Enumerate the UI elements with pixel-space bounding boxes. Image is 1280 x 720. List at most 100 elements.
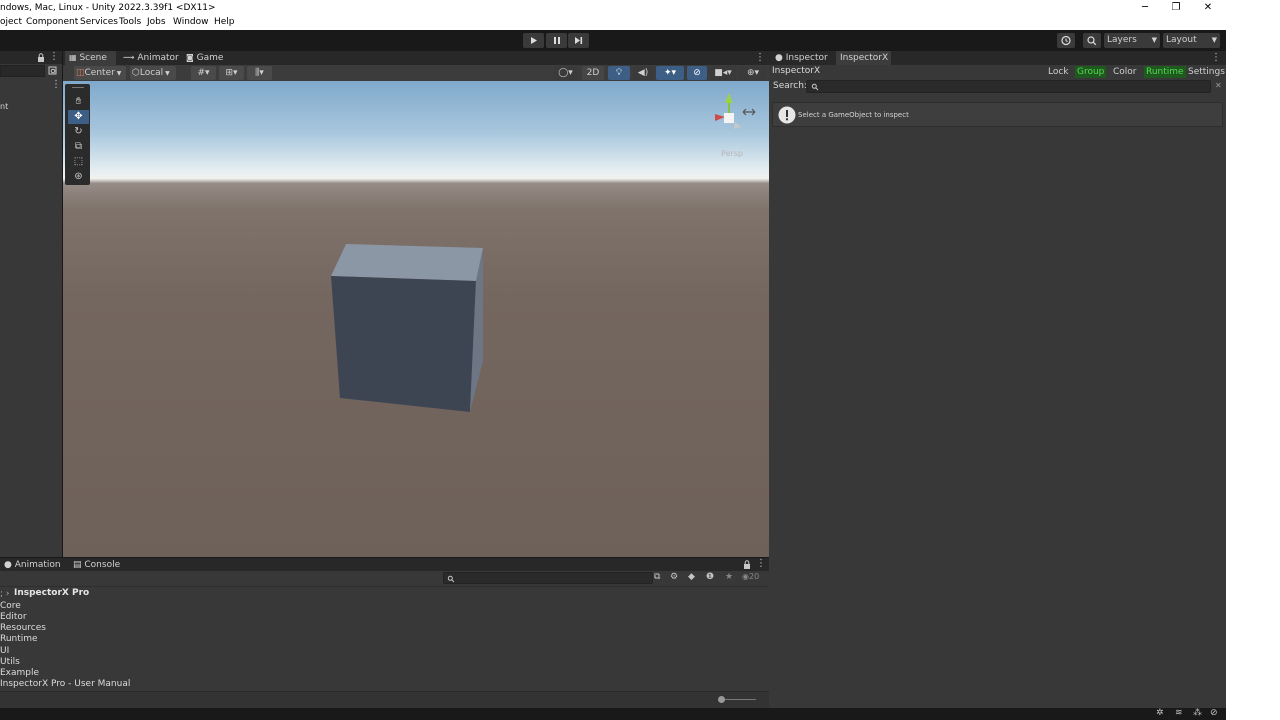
tab-inspectorx[interactable]: InspectorX bbox=[836, 51, 891, 65]
console-icon: ▤ bbox=[73, 560, 82, 570]
step-icon bbox=[575, 37, 583, 44]
effects-dropdown[interactable]: ✦▾ bbox=[656, 66, 684, 80]
debug-icon[interactable]: ⁂ bbox=[1193, 708, 1202, 718]
chevron-down-icon: ▼ bbox=[163, 70, 170, 77]
draw-mode-dropdown[interactable]: ◯▾ bbox=[553, 66, 578, 80]
history-button[interactable] bbox=[1057, 33, 1075, 48]
close-button[interactable]: ✕ bbox=[1193, 0, 1223, 16]
menu-item-help[interactable]: Help bbox=[214, 17, 235, 27]
lighting-toggle[interactable]: 💡︎ bbox=[608, 66, 630, 80]
tab-game-label: Game bbox=[196, 53, 224, 63]
lock-icon[interactable] bbox=[743, 560, 751, 569]
log-filter-icon[interactable]: ❶ bbox=[706, 572, 714, 582]
audio-toggle[interactable]: ◀) bbox=[633, 66, 653, 80]
hierarchy-item[interactable]: nt bbox=[0, 102, 8, 111]
restore-button[interactable]: ❐ bbox=[1161, 0, 1191, 16]
lock-icon[interactable] bbox=[37, 53, 45, 62]
label-filter-icon[interactable]: ◆ bbox=[688, 572, 695, 582]
menu-item-tools[interactable]: Tools bbox=[119, 17, 141, 27]
search-button[interactable] bbox=[1083, 33, 1101, 48]
layers-dropdown[interactable]: Layers ▼ bbox=[1104, 33, 1160, 48]
menu-item-window[interactable]: Window bbox=[173, 17, 209, 27]
hand-tool-icon[interactable]: ✋︎ bbox=[68, 95, 89, 109]
hierarchy-search-input[interactable] bbox=[0, 65, 45, 77]
list-item[interactable]: Example bbox=[0, 668, 39, 678]
tab-animator[interactable]: ⟿ Animator bbox=[123, 51, 181, 65]
rotate-tool-icon[interactable]: ↻ bbox=[68, 125, 89, 139]
inspector-search-input[interactable] bbox=[806, 80, 1211, 93]
filter-type-icon[interactable]: ⚙ bbox=[670, 572, 678, 582]
play-button[interactable] bbox=[523, 33, 544, 48]
list-item[interactable]: Editor bbox=[0, 612, 27, 622]
hidden-packages-icon[interactable]: ◉20 bbox=[742, 572, 759, 581]
runtime-button[interactable]: Runtime bbox=[1144, 66, 1186, 78]
grid-snap-button[interactable]: #▾ bbox=[191, 66, 216, 80]
shading-mode-icon: ◯▾ bbox=[558, 68, 573, 78]
list-item[interactable]: UI bbox=[0, 646, 9, 656]
menu-item-component[interactable]: Component bbox=[26, 17, 78, 27]
group-button[interactable]: Group bbox=[1075, 66, 1107, 78]
move-tool-icon[interactable]: ✥ bbox=[68, 110, 89, 124]
minimize-button[interactable]: ─ bbox=[1130, 0, 1160, 16]
step-button[interactable] bbox=[568, 33, 589, 48]
space-label: Local bbox=[139, 68, 164, 78]
visibility-toggle[interactable]: ⊘ bbox=[687, 66, 707, 80]
projection-label[interactable]: Persp bbox=[721, 149, 743, 158]
palette-handle[interactable] bbox=[72, 87, 84, 88]
kebab-menu-icon[interactable]: ⋮ bbox=[1211, 53, 1221, 63]
check-circle-icon[interactable]: ⊘ bbox=[1210, 708, 1218, 718]
pivot-mode-dropdown[interactable]: ◫Center ▼ bbox=[74, 66, 126, 80]
menu-item-services[interactable]: Services bbox=[80, 17, 118, 27]
chevron-down-icon: ▼ bbox=[1151, 36, 1157, 44]
increment-snap-button[interactable]: ⊞▾ bbox=[219, 66, 244, 80]
tab-scene[interactable]: ▦ Scene bbox=[65, 51, 116, 65]
clear-search-icon[interactable]: ✕ bbox=[1215, 81, 1222, 90]
list-item[interactable]: Runtime bbox=[0, 634, 38, 644]
lock-button[interactable]: Lock bbox=[1048, 66, 1069, 78]
list-item[interactable]: Utils bbox=[0, 657, 20, 667]
scene-viewport[interactable]: ✋︎ ✥ ↻ ⧉ ⬚ ⊛ Persp bbox=[63, 81, 769, 557]
search-scope-icon[interactable]: ⧉ bbox=[654, 572, 660, 582]
list-item[interactable]: Resources bbox=[0, 623, 46, 633]
tab-animation[interactable]: ● Animation bbox=[4, 558, 61, 572]
menu-item-jobs[interactable]: Jobs bbox=[147, 17, 166, 27]
kebab-menu-icon[interactable]: ⋮ bbox=[49, 52, 59, 62]
rect-tool-icon[interactable]: ⬚ bbox=[68, 155, 89, 169]
project-search-input[interactable] bbox=[443, 572, 653, 584]
bottom-tab-bar: ● Animation ▤ Console ⋮ bbox=[0, 558, 769, 571]
orientation-gizmo-icon[interactable] bbox=[703, 89, 759, 139]
scale-tool-icon[interactable]: ⧉ bbox=[68, 140, 89, 154]
cube-object[interactable] bbox=[323, 241, 493, 416]
settings-button[interactable]: Settings bbox=[1188, 66, 1225, 78]
menu-item-project[interactable]: oject bbox=[0, 17, 22, 27]
chevron-right-icon: ; › bbox=[0, 589, 10, 599]
layout-dropdown[interactable]: Layout ▼ bbox=[1163, 33, 1220, 48]
kebab-menu-icon[interactable]: ⋮ bbox=[755, 53, 765, 63]
kebab-menu-icon[interactable]: ⋮ bbox=[756, 559, 766, 569]
pause-button[interactable] bbox=[546, 33, 567, 48]
space-mode-dropdown[interactable]: ⬡Local ▼ bbox=[130, 66, 176, 80]
breadcrumb-item[interactable]: InspectorX Pro bbox=[14, 588, 89, 598]
layers-label: Layers bbox=[1107, 35, 1137, 45]
bug-icon[interactable]: ✲ bbox=[1156, 708, 1164, 718]
favorite-icon[interactable]: ★ bbox=[725, 572, 733, 582]
gamepad-icon: ◙ bbox=[186, 53, 194, 62]
status-bar: ✲ ≋ ⁂ ⊘ bbox=[0, 708, 1226, 720]
scene-menu-icon[interactable]: ⋮ bbox=[51, 80, 61, 90]
tab-game[interactable]: ◙ Game bbox=[186, 51, 234, 65]
tab-inspector[interactable]: ● Inspector bbox=[775, 51, 828, 65]
hierarchy-tab-bar: ⋮ bbox=[0, 51, 62, 64]
list-item[interactable]: InspectorX Pro - User Manual bbox=[0, 679, 130, 689]
camera-dropdown[interactable]: ■◂▾ bbox=[710, 66, 736, 80]
color-button[interactable]: Color bbox=[1113, 66, 1137, 78]
tab-animation-label: Animation bbox=[14, 560, 61, 570]
transform-tool-icon[interactable]: ⊛ bbox=[68, 170, 89, 184]
align-button[interactable]: ⫼▾ bbox=[247, 66, 272, 80]
gizmos-dropdown[interactable]: ⊕▾ bbox=[739, 66, 767, 80]
search-scope-icon[interactable] bbox=[48, 66, 58, 76]
tab-console[interactable]: ▤ Console bbox=[73, 558, 120, 572]
toggle-2d-button[interactable]: 2D bbox=[582, 66, 604, 80]
db-icon[interactable]: ≋ bbox=[1175, 708, 1183, 718]
zoom-slider-handle[interactable] bbox=[718, 696, 725, 703]
list-item[interactable]: Core bbox=[0, 601, 21, 611]
